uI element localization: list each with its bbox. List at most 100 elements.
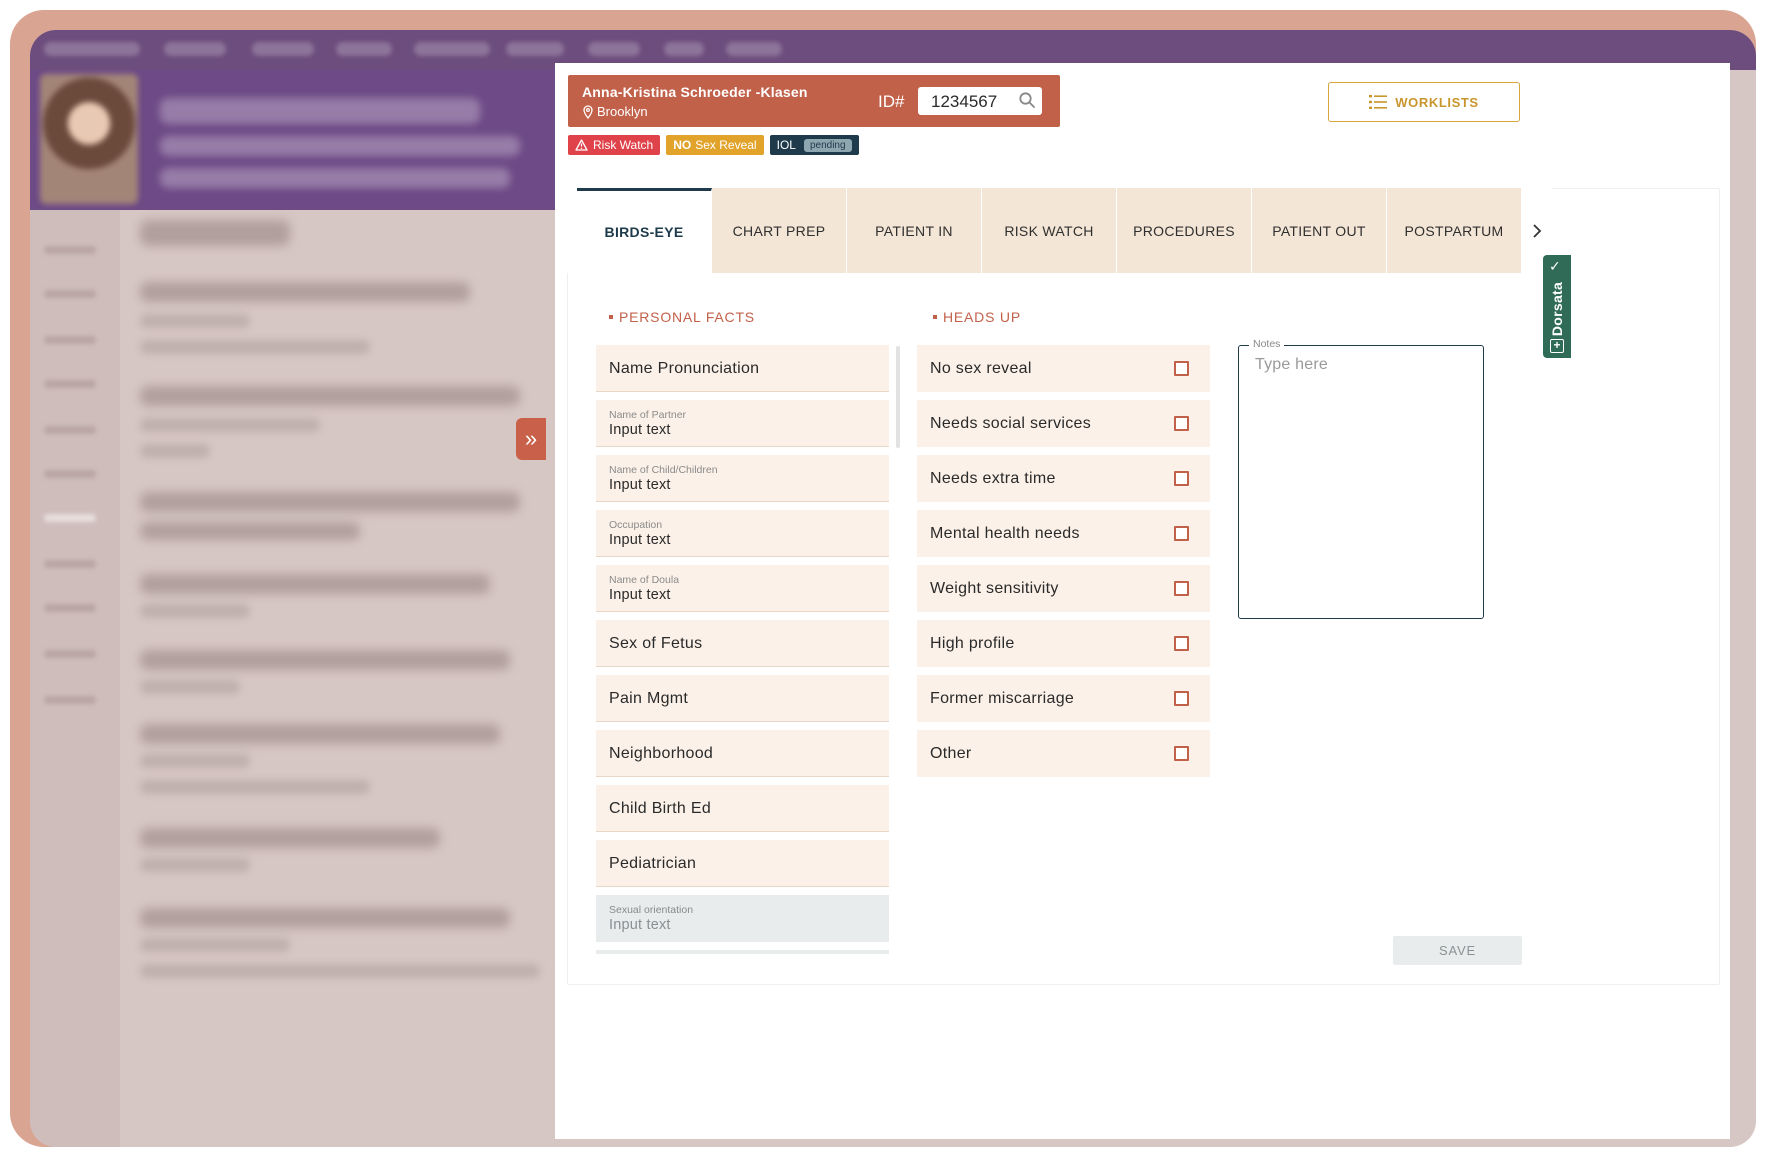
pediatrician-field[interactable]: Pediatrician xyxy=(596,840,889,887)
sex-of-fetus-field[interactable]: Sex of Fetus xyxy=(596,620,889,667)
worklists-button[interactable]: WORKLISTS xyxy=(1328,82,1520,122)
chevron-right-icon xyxy=(1533,223,1542,238)
patient-card: Anna-Kristina Schroeder -Klasen Brooklyn… xyxy=(568,75,1060,127)
field-label: Child Birth Ed xyxy=(609,800,712,817)
warning-icon xyxy=(575,139,588,151)
checkbox[interactable] xyxy=(1174,361,1189,376)
patient-badges: Risk Watch NO Sex Reveal IOL pending xyxy=(568,135,859,155)
heads-up-label: Needs extra time xyxy=(930,470,1056,487)
neighborhood-field[interactable]: Neighborhood xyxy=(596,730,889,777)
patient-id-field[interactable]: 1234567 xyxy=(918,87,1042,115)
field-value: Input text xyxy=(609,917,671,933)
heads-up-item[interactable]: Weight sensitivity xyxy=(917,565,1210,612)
checkbox[interactable] xyxy=(1174,746,1189,761)
patient-name: Anna-Kristina Schroeder -Klasen xyxy=(582,84,808,100)
list-icon xyxy=(1369,95,1388,109)
iol-badge[interactable]: IOL pending xyxy=(769,135,859,155)
patient-id-label: ID# xyxy=(878,92,905,111)
heads-up-item[interactable]: No sex reveal xyxy=(917,345,1210,392)
field-value: Input text xyxy=(609,532,671,548)
heads-up-heading-text: HEADS UP xyxy=(943,309,1021,325)
tab-chart-prep[interactable]: CHART PREP xyxy=(712,188,847,273)
checkbox[interactable] xyxy=(1174,691,1189,706)
sex-reveal-badge-label: Sex Reveal xyxy=(695,138,757,152)
search-icon[interactable] xyxy=(1018,91,1036,109)
tab-postpartum[interactable]: POSTPARTUM xyxy=(1387,188,1522,273)
iol-badge-label: IOL xyxy=(776,138,796,152)
tab-procedures[interactable]: PROCEDURES xyxy=(1117,188,1252,273)
checkbox[interactable] xyxy=(1174,526,1189,541)
sex-reveal-badge-prefix: NO xyxy=(673,138,692,152)
heads-up-label: High profile xyxy=(930,635,1015,652)
worklists-label: WORKLISTS xyxy=(1395,94,1479,110)
field-label: Pediatrician xyxy=(609,855,697,872)
tab-birds-eye[interactable]: BIRDS-EYE xyxy=(577,188,712,273)
patient-id-value: 1234567 xyxy=(931,92,998,111)
name-of-children-field[interactable]: Name of Child/Children Input text xyxy=(596,455,889,502)
notes-label: Notes xyxy=(1249,338,1285,350)
background-sidebar xyxy=(30,210,120,1147)
heads-up-item[interactable]: Former miscarriage xyxy=(917,675,1210,722)
next-field-edge xyxy=(596,950,889,954)
heads-up-item[interactable]: Mental health needs xyxy=(917,510,1210,557)
name-of-partner-field[interactable]: Name of Partner Input text xyxy=(596,400,889,447)
heads-up-item[interactable]: Needs social services xyxy=(917,400,1210,447)
heads-up-label: Other xyxy=(930,745,972,762)
name-pronunciation-field[interactable]: Name Pronunciation xyxy=(596,345,889,392)
checkbox[interactable] xyxy=(1174,471,1189,486)
double-chevron-right-icon: » xyxy=(524,426,538,451)
iol-status-pill: pending xyxy=(803,138,852,152)
bullet-icon xyxy=(609,315,613,319)
heads-up-label: No sex reveal xyxy=(930,360,1032,377)
pain-mgmt-field[interactable]: Pain Mgmt xyxy=(596,675,889,722)
personal-facts-heading-text: PERSONAL FACTS xyxy=(619,309,755,325)
notes-textarea[interactable]: Notes Type here xyxy=(1238,338,1484,619)
heads-up-item[interactable]: High profile xyxy=(917,620,1210,667)
heads-up-label: Mental health needs xyxy=(930,525,1080,542)
sexual-orientation-field[interactable]: Sexual orientation Input text xyxy=(596,895,889,942)
field-label: Pain Mgmt xyxy=(609,690,689,707)
field-label: Name of Partner xyxy=(609,409,687,421)
heads-up-item[interactable]: Other xyxy=(917,730,1210,777)
child-birth-ed-field[interactable]: Child Birth Ed xyxy=(596,785,889,832)
dorsata-label: Dorsata xyxy=(1549,281,1565,337)
tab-patient-out[interactable]: PATIENT OUT xyxy=(1252,188,1387,273)
personal-facts-heading: PERSONAL FACTS xyxy=(609,309,755,325)
personal-facts-scrollbar[interactable] xyxy=(896,346,900,448)
field-label: Neighborhood xyxy=(609,745,714,762)
bullet-icon xyxy=(933,315,937,319)
field-value: Input text xyxy=(609,477,671,493)
save-button[interactable]: SAVE xyxy=(1393,936,1522,965)
heads-up-label: Needs social services xyxy=(930,415,1092,432)
field-label: Name Pronunciation xyxy=(609,360,760,377)
field-label: Name of Doula xyxy=(609,574,680,586)
field-label: Occupation xyxy=(609,519,663,531)
risk-watch-badge-label: Risk Watch xyxy=(593,138,654,152)
collapse-panel-button[interactable]: » xyxy=(516,418,546,460)
checkbox[interactable] xyxy=(1174,581,1189,596)
notes-placeholder: Type here xyxy=(1255,356,1328,373)
field-label: Name of Child/Children xyxy=(609,464,718,476)
occupation-field[interactable]: Occupation Input text xyxy=(596,510,889,557)
plus-icon: + xyxy=(1550,339,1564,353)
name-of-doula-field[interactable]: Name of Doula Input text xyxy=(596,565,889,612)
field-value: Input text xyxy=(609,587,671,603)
checkbox[interactable] xyxy=(1174,636,1189,651)
heads-up-label: Former miscarriage xyxy=(930,690,1075,707)
risk-watch-badge[interactable]: Risk Watch xyxy=(568,135,661,155)
field-label: Sex of Fetus xyxy=(609,635,703,652)
checkbox[interactable] xyxy=(1174,416,1189,431)
heads-up-item[interactable]: Needs extra time xyxy=(917,455,1210,502)
tab-patient-in[interactable]: PATIENT IN xyxy=(847,188,982,273)
dorsata-side-tab[interactable]: ✓ Dorsata + xyxy=(1543,255,1571,358)
field-value: Input text xyxy=(609,422,671,438)
sex-reveal-badge[interactable]: NO Sex Reveal xyxy=(666,135,764,155)
tab-risk-watch[interactable]: RISK WATCH xyxy=(982,188,1117,273)
field-label: Sexual orientation xyxy=(609,904,694,916)
background-avatar xyxy=(40,74,138,204)
heads-up-heading: HEADS UP xyxy=(933,309,1021,325)
patient-location-text: Brooklyn xyxy=(597,104,648,119)
patient-location: Brooklyn xyxy=(582,104,648,119)
location-pin-icon xyxy=(583,104,593,119)
heads-up-label: Weight sensitivity xyxy=(930,580,1059,597)
